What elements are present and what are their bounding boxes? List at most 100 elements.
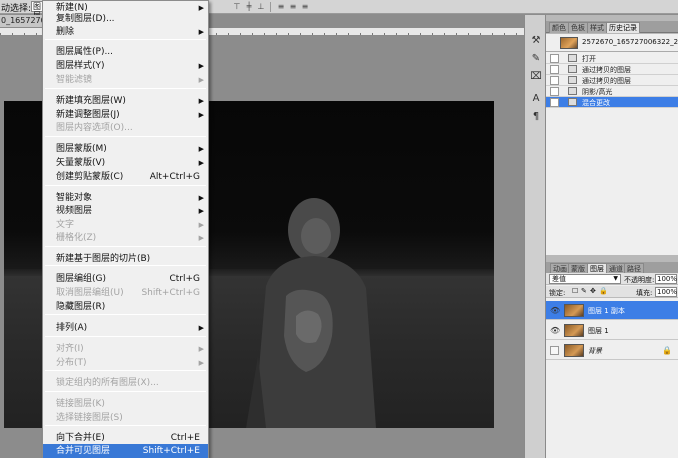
options-divider bbox=[270, 2, 271, 12]
align-middle-icon[interactable]: ╪ bbox=[244, 2, 254, 11]
menu-item-shortcut: Alt+Ctrl+G bbox=[149, 172, 200, 182]
panel-tool-strip: ⚒ ✎ ⌧ A ¶ bbox=[524, 15, 546, 458]
distribute-middle-icon[interactable]: ≡ bbox=[288, 2, 298, 11]
lock-transparency-icon[interactable]: ☐ bbox=[572, 287, 578, 295]
opacity-field[interactable]: 100% bbox=[655, 274, 677, 284]
visibility-toggle-empty[interactable] bbox=[550, 346, 559, 355]
person-silhouette bbox=[246, 198, 376, 428]
menu-item-layer-properties[interactable]: 图层属性(P)... bbox=[43, 45, 208, 59]
history-source-checkbox[interactable] bbox=[550, 98, 559, 107]
menu-item-layer-content-options: 图层内容选项(O)... bbox=[43, 121, 208, 135]
paragraph-icon[interactable]: ¶ bbox=[530, 111, 542, 123]
tab-history[interactable]: 历史记录 bbox=[606, 22, 640, 33]
history-state-icon bbox=[568, 98, 577, 106]
menu-item-smart-objects[interactable]: 智能对象 ▶ bbox=[43, 191, 208, 205]
submenu-arrow-icon: ▶ bbox=[198, 359, 204, 367]
layer-row[interactable]: 👁 图层 1 bbox=[546, 321, 678, 340]
menu-item-group-layers[interactable]: 图层编组(G) Ctrl+G bbox=[43, 272, 208, 286]
history-state-label: 打开 bbox=[582, 55, 596, 63]
menu-item-arrange[interactable]: 排列(A) ▶ bbox=[43, 321, 208, 335]
menu-item-label: 智能对象 bbox=[56, 193, 93, 203]
menu-item-label: 取消图层编组(U) bbox=[56, 288, 124, 298]
menu-item-new-fill-layer[interactable]: 新建填充图层(W) ▶ bbox=[43, 94, 208, 108]
menu-item-merge-visible[interactable]: 合并可见图层 Shift+Ctrl+E bbox=[43, 444, 208, 458]
menu-item-new-layer-based-slice[interactable]: 新建基于图层的切片(B) bbox=[43, 252, 208, 266]
lock-all-icon[interactable]: 🔒 bbox=[599, 287, 608, 295]
fill-field[interactable]: 100% bbox=[655, 287, 677, 297]
menu-item-label: 合并可见图层 bbox=[56, 446, 111, 456]
history-source-checkbox[interactable] bbox=[550, 65, 559, 74]
history-source-checkbox[interactable] bbox=[550, 54, 559, 63]
menu-item-label: 锁定组内的所有图层(X)... bbox=[56, 378, 159, 388]
history-state[interactable]: 打开 bbox=[546, 53, 678, 64]
distribute-top-icon[interactable]: ≡ bbox=[276, 2, 286, 11]
lock-pixels-icon[interactable]: ✎ bbox=[581, 287, 587, 295]
history-state[interactable]: 阴影/高光 bbox=[546, 86, 678, 97]
history-source-checkbox[interactable] bbox=[550, 76, 559, 85]
tab-swatches[interactable]: 色板 bbox=[568, 22, 588, 33]
layer-row[interactable]: 背景 🔒 bbox=[546, 341, 678, 360]
tab-color[interactable]: 颜色 bbox=[549, 22, 569, 33]
layer-row-selected[interactable]: 👁 图层 1 副本 bbox=[546, 301, 678, 320]
history-state-selected[interactable]: 混合更改 bbox=[546, 97, 678, 108]
align-bottom-icon[interactable]: ⊥ bbox=[256, 2, 266, 11]
submenu-arrow-icon: ▶ bbox=[198, 159, 204, 167]
tab-styles[interactable]: 样式 bbox=[587, 22, 607, 33]
menu-separator bbox=[45, 185, 206, 186]
submenu-arrow-icon: ▶ bbox=[198, 145, 204, 153]
history-panel: 2572670_165727006322_2.jpg 打开 通过拷贝的图层 通过… bbox=[546, 34, 678, 280]
menu-item-select-linked-layers: 选择链接图层(S) bbox=[43, 411, 208, 425]
menu-item-label: 新建填充图层(W) bbox=[56, 96, 126, 106]
distribute-bottom-icon[interactable]: ≡ bbox=[300, 2, 310, 11]
brush-preset-icon[interactable]: ⚒ bbox=[530, 35, 542, 47]
brushes-icon[interactable]: ✎ bbox=[530, 53, 542, 65]
menu-item-label: 新建基于图层的切片(B) bbox=[56, 254, 151, 264]
character-icon[interactable]: A bbox=[530, 93, 542, 105]
history-state-label: 混合更改 bbox=[582, 99, 610, 107]
menu-item-duplicate-layer[interactable]: 复制图层(D)... bbox=[43, 12, 208, 26]
eye-icon[interactable]: 👁 bbox=[550, 306, 560, 315]
auto-select-label: 动选择: bbox=[1, 4, 32, 14]
menu-item-merge-down[interactable]: 向下合并(E) Ctrl+E bbox=[43, 431, 208, 445]
layer-context-menu: 新建(N) ▶ 复制图层(D)... 删除 ▶ 图层属性(P)... 图层样式(Y) ▶ 智能滤… bbox=[42, 0, 209, 458]
menu-item-label: 新建调整图层(J) bbox=[56, 110, 120, 120]
lock-position-icon[interactable]: ✥ bbox=[590, 287, 596, 295]
document-tab[interactable]: 0_1657270063 bbox=[0, 15, 46, 27]
menu-item-create-clipping-mask[interactable]: 创建剪贴蒙版(C) Alt+Ctrl+G bbox=[43, 170, 208, 184]
menu-item-shortcut: Shift+Ctrl+G bbox=[141, 288, 200, 298]
menu-item-label: 图层属性(P)... bbox=[56, 47, 114, 57]
menu-item-distribute: 分布(T) ▶ bbox=[43, 356, 208, 370]
submenu-arrow-icon: ▶ bbox=[198, 62, 204, 70]
layer-name: 背景 bbox=[588, 347, 602, 355]
menu-item-vector-mask[interactable]: 矢量蒙版(V) ▶ bbox=[43, 156, 208, 170]
menu-item-shortcut: Shift+Ctrl+E bbox=[142, 446, 200, 456]
menu-separator bbox=[45, 39, 206, 40]
history-state[interactable]: 通过拷贝的图层 bbox=[546, 64, 678, 75]
history-source-checkbox[interactable] bbox=[550, 87, 559, 96]
blend-mode-dropdown[interactable]: 差值 ▼ bbox=[549, 274, 621, 284]
lock-icon: 🔒 bbox=[662, 346, 672, 355]
history-state-label: 阴影/高光 bbox=[582, 88, 613, 96]
chevron-down-icon: ▼ bbox=[613, 275, 618, 282]
menu-item-layer-mask[interactable]: 图层蒙版(M) ▶ bbox=[43, 142, 208, 156]
menu-separator bbox=[45, 88, 206, 89]
history-snapshot[interactable]: 2572670_165727006322_2.jpg bbox=[546, 34, 678, 52]
menu-item-layer-style[interactable]: 图层样式(Y) ▶ bbox=[43, 59, 208, 73]
menu-item-video-layers[interactable]: 视频图层 ▶ bbox=[43, 204, 208, 218]
menu-item-new-adjustment-layer[interactable]: 新建调整图层(J) ▶ bbox=[43, 108, 208, 122]
menu-item-label: 创建剪贴蒙版(C) bbox=[56, 172, 124, 182]
clone-source-icon[interactable]: ⌧ bbox=[530, 71, 542, 83]
history-state[interactable]: 通过拷贝的图层 bbox=[546, 75, 678, 86]
menu-separator bbox=[45, 136, 206, 137]
history-panel-tabs: 颜色 色板 样式 历史记录 bbox=[546, 21, 678, 33]
menu-item-label: 选择链接图层(S) bbox=[56, 413, 123, 423]
menu-item-label: 图层内容选项(O)... bbox=[56, 123, 133, 133]
menu-item-hide-layers[interactable]: 隐藏图层(R) bbox=[43, 300, 208, 314]
align-top-icon[interactable]: ⊤ bbox=[232, 2, 242, 11]
submenu-arrow-icon: ▶ bbox=[198, 345, 204, 353]
menu-separator bbox=[45, 314, 206, 315]
menu-item-delete[interactable]: 删除 ▶ bbox=[43, 25, 208, 39]
opacity-label: 不透明度: bbox=[624, 276, 655, 284]
history-state-label: 通过拷贝的图层 bbox=[582, 77, 631, 85]
eye-icon[interactable]: 👁 bbox=[550, 326, 560, 335]
